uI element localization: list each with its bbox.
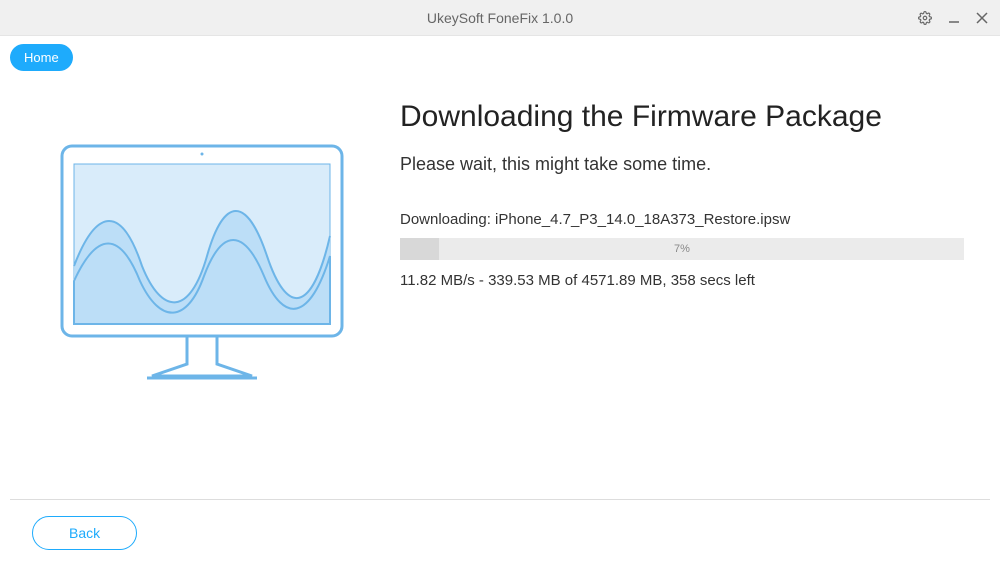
home-button[interactable]: Home (10, 44, 73, 71)
illustration (12, 100, 392, 496)
titlebar-controls (918, 11, 988, 25)
main-panel: Downloading the Firmware Package Please … (392, 100, 988, 496)
page-subheading: Please wait, this might take some time. (400, 154, 964, 175)
progress-percent-label: 7% (400, 238, 964, 260)
window-title: UkeySoft FoneFix 1.0.0 (427, 10, 573, 26)
close-icon[interactable] (976, 12, 988, 24)
page-heading: Downloading the Firmware Package (400, 100, 964, 134)
back-button[interactable]: Back (32, 516, 137, 550)
download-status: 11.82 MB/s - 339.53 MB of 4571.89 MB, 35… (400, 272, 964, 289)
minimize-icon[interactable] (948, 12, 960, 24)
monitor-illustration-icon (42, 136, 362, 396)
progress-bar: 7% (400, 238, 964, 260)
titlebar: UkeySoft FoneFix 1.0.0 (0, 0, 1000, 36)
download-filename: Downloading: iPhone_4.7_P3_14.0_18A373_R… (400, 211, 964, 228)
content-area: Downloading the Firmware Package Please … (0, 36, 1000, 496)
settings-icon[interactable] (918, 11, 932, 25)
footer-divider (10, 499, 990, 500)
